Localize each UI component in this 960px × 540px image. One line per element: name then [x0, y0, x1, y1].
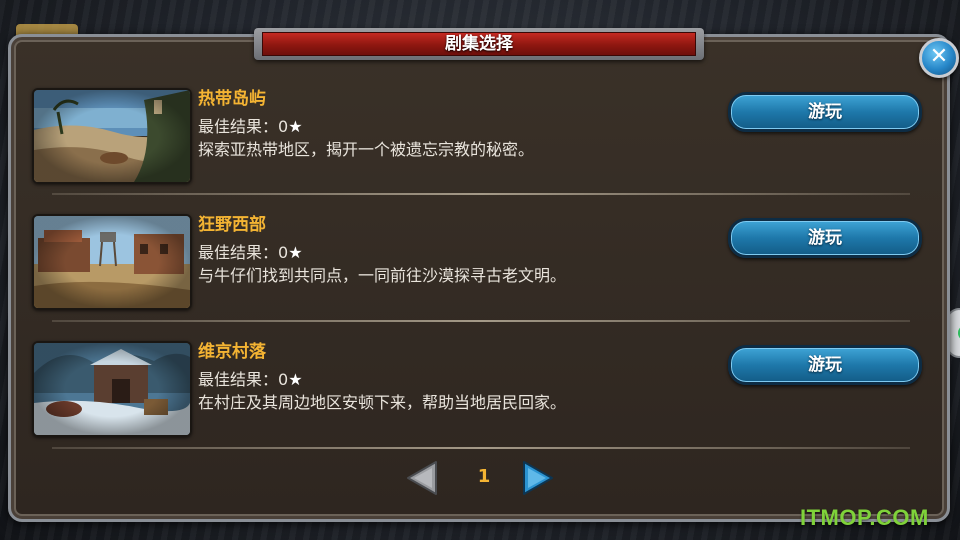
- episode-title: 维京村落: [198, 342, 266, 362]
- tropical-island-thumbnail: [32, 88, 192, 184]
- episode-row-viking-village: 维京村落 最佳结果：0★ 在村庄及其周边地区安顿下来，帮助当地居民回家。 游玩: [30, 337, 922, 437]
- dialog-title: 剧集选择: [262, 32, 696, 56]
- episode-row-wild-west: 狂野西部 最佳结果：0★ 与牛仔们找到共同点，一同前往沙漠探寻古老文明。 游玩: [30, 210, 922, 310]
- triangle-left-icon: [407, 461, 437, 495]
- next-page-button[interactable]: [518, 458, 558, 498]
- best-result-label: 最佳结果：: [198, 117, 279, 136]
- best-result: 最佳结果：0★: [198, 366, 303, 390]
- episode-description: 探索亚热带地区，揭开一个被遗忘宗教的秘密。: [198, 140, 535, 159]
- divider: [52, 320, 910, 322]
- play-button[interactable]: 游玩: [728, 92, 922, 132]
- close-button[interactable]: ✕: [919, 38, 959, 78]
- best-result-value: 0: [278, 117, 289, 136]
- wild-west-thumbnail: [32, 214, 192, 310]
- play-button[interactable]: 游玩: [728, 345, 922, 385]
- episode-title: 狂野西部: [198, 215, 266, 235]
- best-result: 最佳结果：0★: [198, 113, 303, 137]
- divider: [52, 193, 910, 195]
- star-icon: ★: [288, 370, 303, 389]
- best-result-value: 0: [278, 243, 289, 262]
- play-button[interactable]: 游玩: [728, 218, 922, 258]
- episode-description: 与牛仔们找到共同点，一同前往沙漠探寻古老文明。: [198, 266, 567, 285]
- title-bar: 剧集选择: [254, 28, 704, 60]
- prev-page-button[interactable]: [402, 458, 442, 498]
- page-number: 1: [477, 466, 491, 487]
- best-result: 最佳结果：0★: [198, 239, 303, 263]
- episode-title: 热带岛屿: [198, 89, 266, 109]
- triangle-right-icon: [523, 461, 553, 495]
- watermark: ITMOP.COM: [800, 505, 929, 530]
- star-icon: ★: [288, 243, 303, 262]
- best-result-label: 最佳结果：: [198, 370, 279, 389]
- star-icon: ★: [288, 117, 303, 136]
- best-result-label: 最佳结果：: [198, 243, 279, 262]
- episode-row-tropical-island: 热带岛屿 最佳结果：0★ 探索亚热带地区，揭开一个被遗忘宗教的秘密。 游玩: [30, 84, 922, 184]
- divider: [52, 447, 910, 449]
- best-result-value: 0: [278, 370, 289, 389]
- pagination: 1: [400, 456, 560, 500]
- viking-village-thumbnail: [32, 341, 192, 437]
- episode-description: 在村庄及其周边地区安顿下来，帮助当地居民回家。: [198, 393, 567, 412]
